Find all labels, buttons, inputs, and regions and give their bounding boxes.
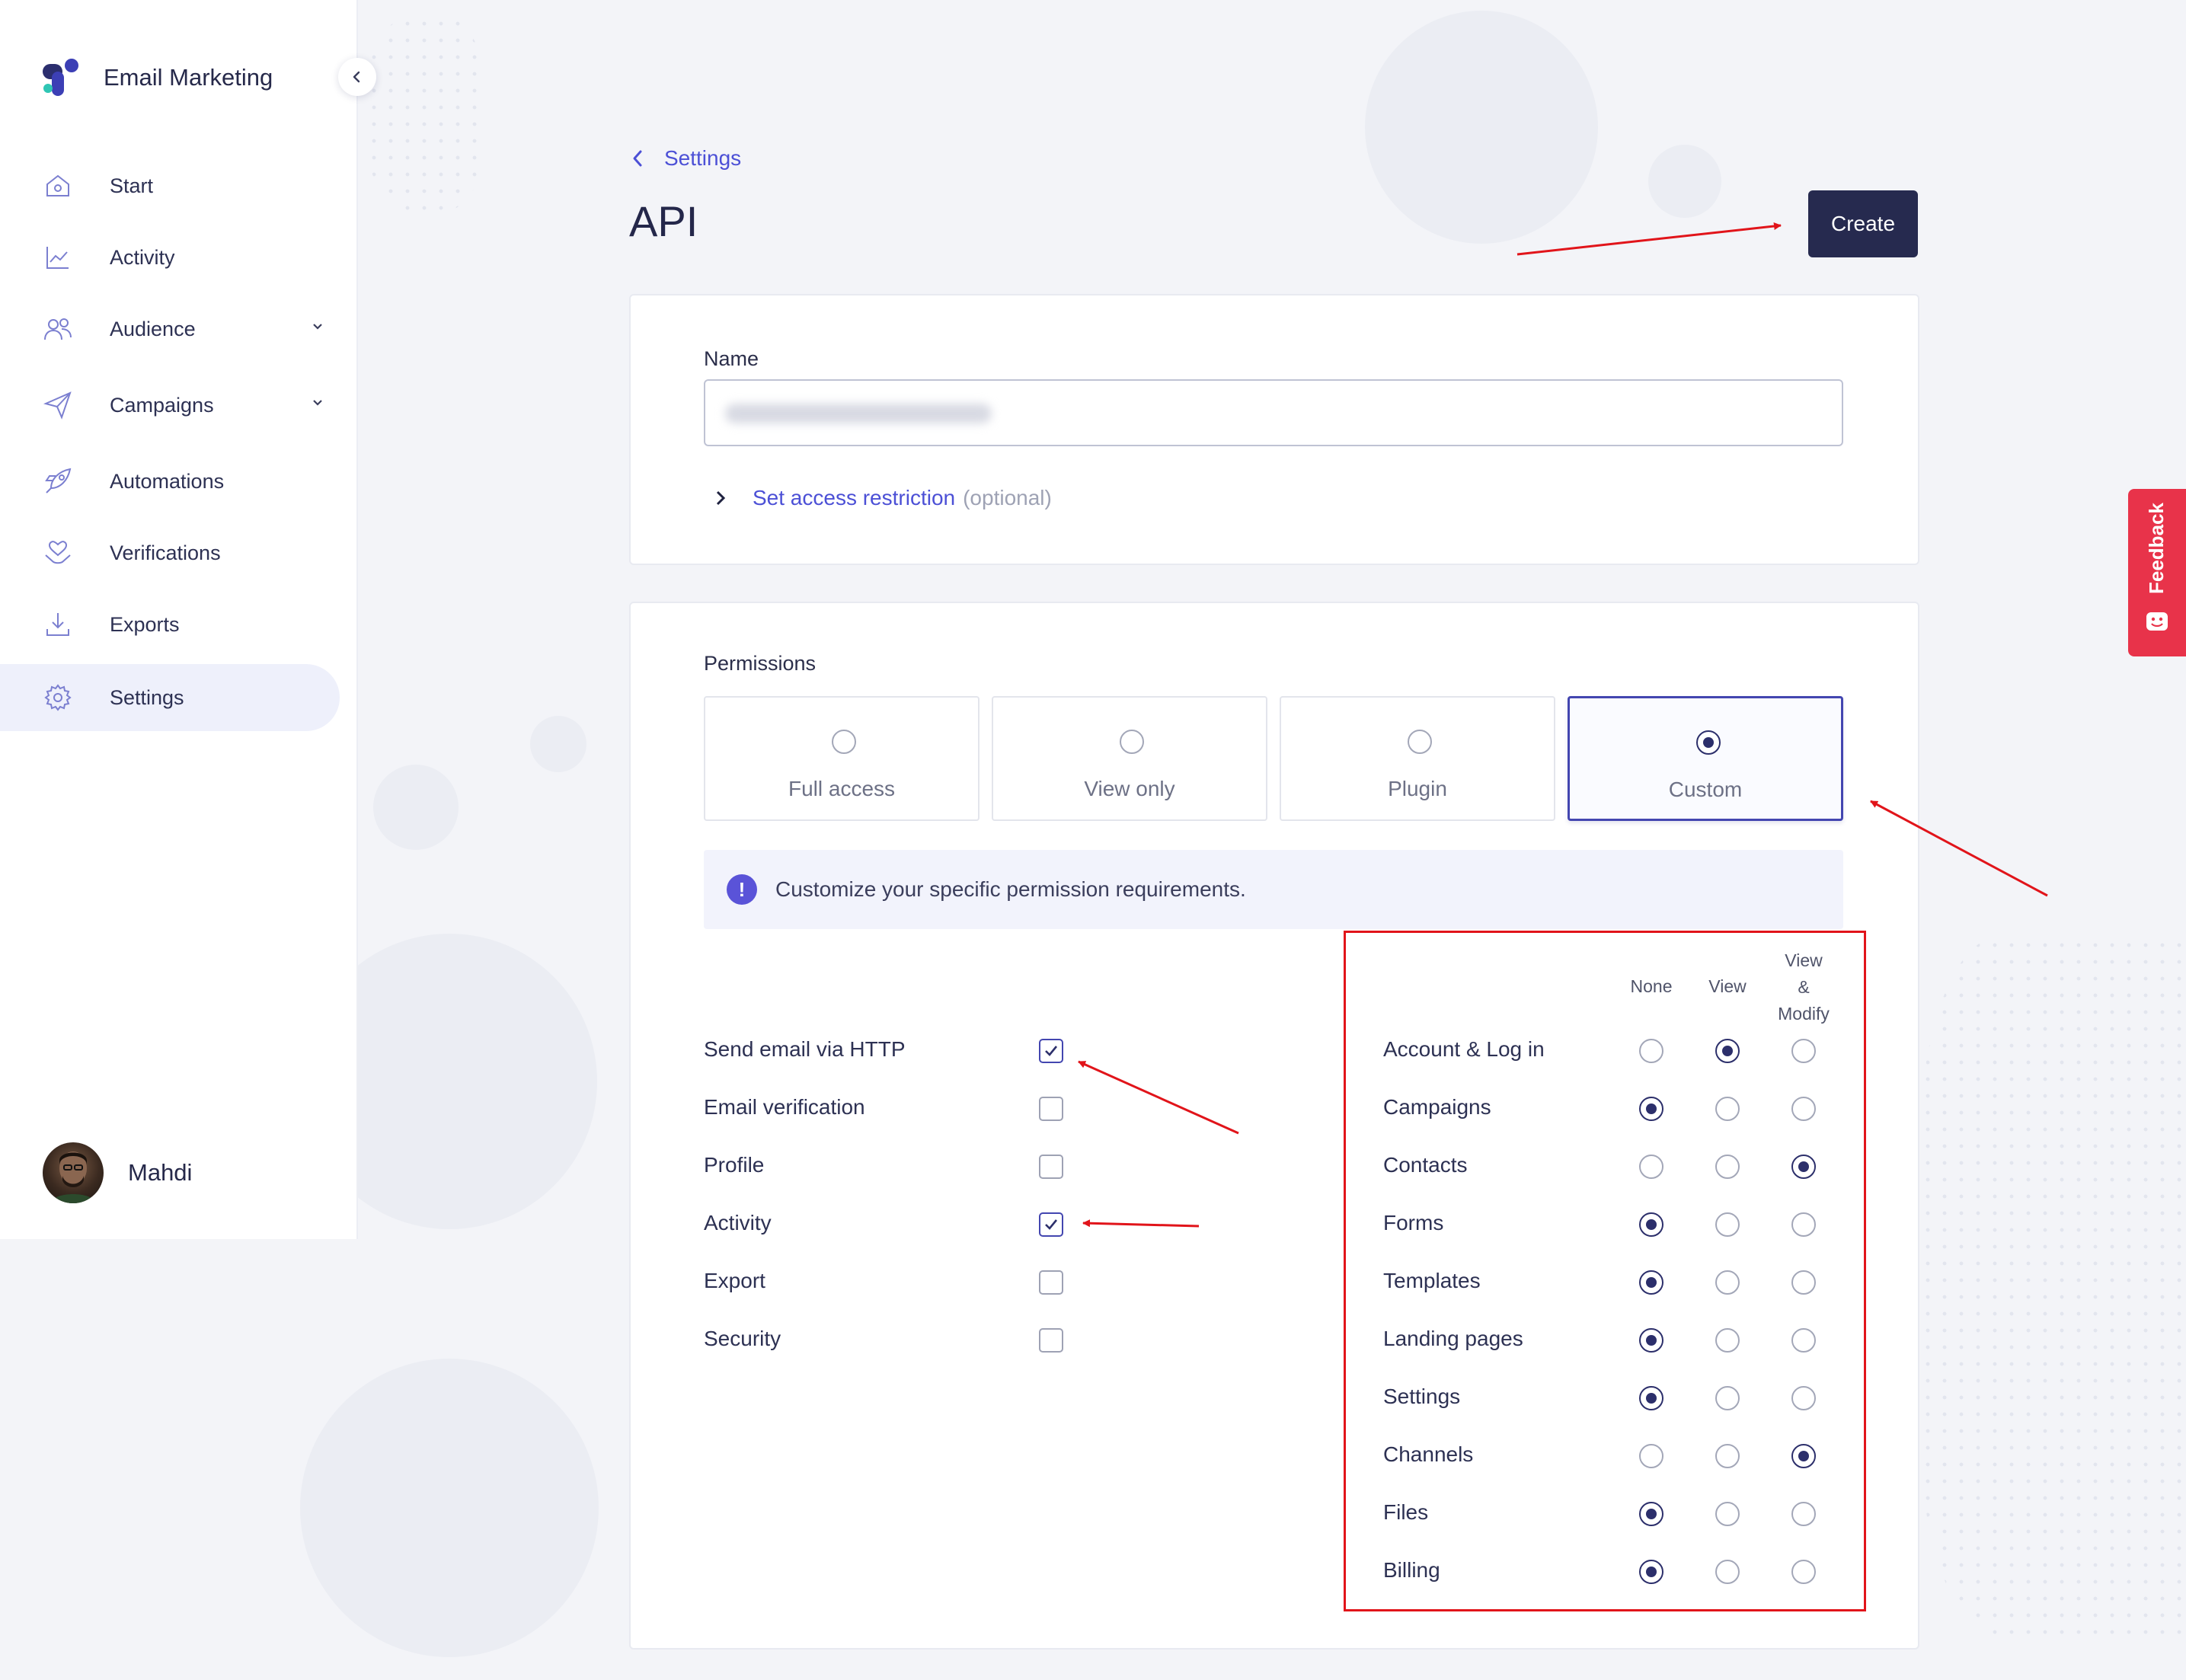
- sidebar-item-start[interactable]: Start: [0, 152, 340, 219]
- redacted-name-value: [725, 404, 992, 423]
- annotation-highlight-box: [1344, 931, 1866, 1611]
- brand[interactable]: Email Marketing: [41, 58, 273, 97]
- user-name: Mahdi: [128, 1159, 193, 1186]
- sidebar-item-exports[interactable]: Exports: [0, 591, 340, 658]
- background-circle: [300, 1359, 599, 1657]
- chevron-right-icon: [716, 490, 726, 506]
- permission-option-view-only[interactable]: View only: [992, 696, 1267, 821]
- name-input[interactable]: [704, 379, 1843, 446]
- sidebar-item-label: Activity: [110, 245, 175, 269]
- sidebar-item-label: Verifications: [110, 541, 221, 564]
- sidebar-item-label: Automations: [110, 469, 225, 493]
- sidebar-item-verifications[interactable]: Verifications: [0, 519, 340, 586]
- custom-radio[interactable]: [1696, 730, 1721, 755]
- chart-line-icon: [43, 242, 73, 273]
- chevron-left-icon: [633, 150, 642, 167]
- sidebar-item-label: Exports: [110, 612, 180, 636]
- permissions-label: Permissions: [704, 652, 817, 675]
- security-checkbox[interactable]: [1039, 1328, 1063, 1353]
- chevron-left-icon: [353, 71, 360, 83]
- avatar: [43, 1142, 104, 1203]
- sidebar-item-label: Settings: [110, 685, 184, 709]
- create-button[interactable]: Create: [1808, 190, 1918, 257]
- checkbox-label: Profile: [704, 1153, 765, 1177]
- info-icon: !: [727, 874, 757, 905]
- download-icon: [43, 609, 73, 640]
- checkbox-label: Activity: [704, 1211, 772, 1234]
- permission-option-full-access[interactable]: Full access: [704, 696, 980, 821]
- background-circle: [1365, 11, 1598, 244]
- checkbox-label: Email verification: [704, 1095, 865, 1119]
- smile-icon: [2146, 612, 2168, 631]
- view-only-radio[interactable]: [1120, 730, 1144, 754]
- chevron-down-icon[interactable]: [311, 396, 324, 410]
- sidebar-item-activity[interactable]: Activity: [0, 224, 340, 291]
- user-profile[interactable]: Mahdi: [43, 1142, 192, 1203]
- collapse-sidebar-button[interactable]: [338, 58, 376, 96]
- sidebar-item-label: Audience: [110, 317, 196, 340]
- background-circle: [1648, 145, 1721, 218]
- permission-option-label: Full access: [788, 777, 896, 800]
- logo-icon: [41, 58, 81, 97]
- annotation-arrow: [1516, 222, 1782, 256]
- breadcrumb[interactable]: Settings: [631, 146, 741, 171]
- background-dots: [1919, 937, 2186, 1637]
- sidebar-item-campaigns[interactable]: Campaigns: [0, 372, 340, 439]
- permission-option-label: Plugin: [1388, 777, 1447, 800]
- background-circle: [530, 716, 586, 772]
- info-text: Customize your specific permission requi…: [775, 877, 1246, 901]
- sidebar: Email Marketing Start Activity Audience: [0, 0, 376, 1239]
- permission-option-label: Custom: [1668, 778, 1743, 801]
- background-circle: [373, 765, 459, 850]
- page-title: API: [629, 197, 698, 245]
- profile-checkbox[interactable]: [1039, 1155, 1063, 1179]
- sidebar-item-settings[interactable]: Settings: [0, 664, 340, 731]
- checkbox-label: Export: [704, 1269, 765, 1292]
- heart-hand-icon: [43, 538, 73, 568]
- sidebar-item-automations[interactable]: Automations: [0, 448, 340, 515]
- export-checkbox[interactable]: [1039, 1270, 1063, 1295]
- gear-icon: [43, 682, 73, 713]
- full-access-radio[interactable]: [832, 730, 856, 754]
- sidebar-item-label: Start: [110, 174, 154, 197]
- home-icon: [43, 171, 73, 201]
- breadcrumb-settings[interactable]: Settings: [664, 146, 741, 171]
- checkbox-label: Security: [704, 1327, 781, 1350]
- email-verification-checkbox[interactable]: [1039, 1097, 1063, 1121]
- checkbox-label: Send email via HTTP: [704, 1037, 906, 1061]
- permission-option-custom[interactable]: Custom: [1568, 696, 1843, 821]
- plugin-radio[interactable]: [1408, 730, 1432, 754]
- app-name: Email Marketing: [104, 64, 273, 91]
- feedback-label: Feedback: [2145, 503, 2168, 594]
- rocket-icon: [43, 466, 73, 497]
- name-label: Name: [704, 347, 759, 370]
- optional-label: (optional): [963, 486, 1052, 509]
- info-banner: ! Customize your specific permission req…: [704, 850, 1843, 929]
- sidebar-item-audience[interactable]: Audience: [0, 295, 340, 363]
- users-icon: [43, 314, 73, 344]
- paper-plane-icon: [43, 390, 73, 420]
- checkmark-icon: [1045, 1046, 1058, 1056]
- permission-option-plugin[interactable]: Plugin: [1280, 696, 1555, 821]
- set-access-restriction-link[interactable]: Set access restriction: [753, 486, 955, 510]
- background-dots: [366, 15, 487, 213]
- send-email-http-checkbox[interactable]: [1039, 1039, 1063, 1063]
- name-card: Name Set access restriction (optional): [629, 294, 1919, 565]
- activity-checkbox[interactable]: [1039, 1212, 1063, 1237]
- chevron-down-icon[interactable]: [311, 320, 324, 334]
- checkmark-icon: [1045, 1219, 1058, 1230]
- access-restriction-toggle[interactable]: Set access restriction (optional): [714, 486, 1052, 510]
- permission-option-label: View only: [1084, 777, 1175, 800]
- feedback-tab[interactable]: Feedback: [2128, 489, 2186, 656]
- sidebar-item-label: Campaigns: [110, 393, 214, 417]
